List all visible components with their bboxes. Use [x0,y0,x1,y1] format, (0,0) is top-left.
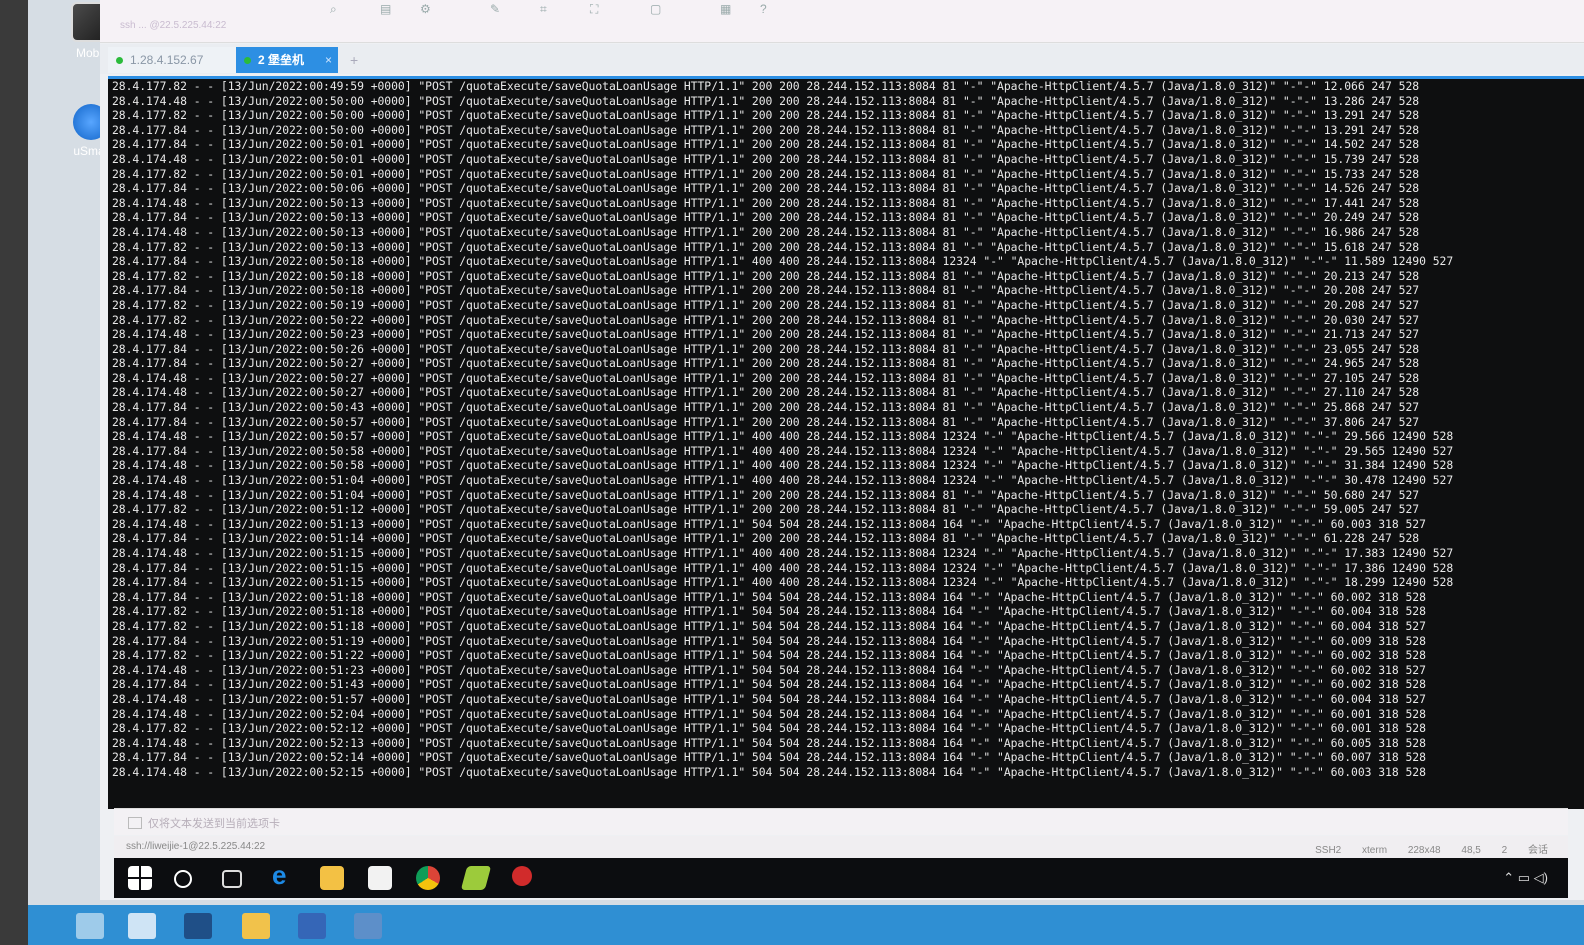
log-line: 28.4.177.84 - - [13/Jun/2022:00:52:14 +0… [112,750,1426,765]
status-sessions: 2 会话 [1501,845,1548,856]
edge-browser-icon[interactable]: e [272,860,296,890]
log-line: 28.4.177.82 - - [13/Jun/2022:00:50:01 +0… [112,166,1420,181]
toolbar: ⌕ ▤ ⚙ ✎ ⌗ ⛶ ▢ ▦ ? ssh ... @22.5.225.44:2… [100,0,1584,43]
log-line: 28.4.177.84 - - [13/Jun/2022:00:51:14 +0… [112,531,1420,546]
log-line: 28.4.177.82 - - [13/Jun/2022:00:50:22 +0… [112,312,1420,327]
log-line: 28.4.177.82 - - [13/Jun/2022:00:50:18 +0… [112,268,1420,283]
log-line: 28.4.177.84 - - [13/Jun/2022:00:50:58 +0… [112,443,1454,458]
remote-desktop-icon[interactable] [298,913,326,939]
log-line: 28.4.174.48 - - [13/Jun/2022:00:50:27 +0… [112,385,1420,400]
status-protocol: SSH2 [1315,845,1342,856]
terminal-output[interactable]: 28.4.177.82 - - [13/Jun/2022:00:49:59 +0… [108,76,1584,809]
toolbar-layout-icon[interactable]: ▦ [720,2,736,16]
log-line: 28.4.174.48 - - [13/Jun/2022:00:50:58 +0… [112,458,1454,473]
app-window-icon[interactable] [354,913,382,939]
status-bar: ssh://liweijie-1@22.5.225.44:22 SSH2 xte… [114,836,1568,858]
log-line: 28.4.174.48 - - [13/Jun/2022:00:51:04 +0… [112,487,1420,502]
app-red-icon[interactable] [512,866,532,886]
task-view-icon[interactable] [222,870,242,888]
toolbar-copy-icon[interactable]: ▤ [380,2,396,16]
log-line: 28.4.177.82 - - [13/Jun/2022:00:51:18 +0… [112,604,1426,619]
log-line: 28.4.174.48 - - [13/Jun/2022:00:52:13 +0… [112,735,1426,750]
log-line: 28.4.177.84 - - [13/Jun/2022:00:51:19 +0… [112,633,1426,648]
log-line: 28.4.177.84 - - [13/Jun/2022:00:51:15 +0… [112,575,1454,590]
log-line: 28.4.174.48 - - [13/Jun/2022:00:51:57 +0… [112,691,1426,706]
log-line: 28.4.177.84 - - [13/Jun/2022:00:51:15 +0… [112,560,1454,575]
log-line: 28.4.177.84 - - [13/Jun/2022:00:50:18 +0… [112,254,1454,269]
log-line: 28.4.174.48 - - [13/Jun/2022:00:51:15 +0… [112,546,1454,560]
status-terminal-type: xterm [1362,845,1388,856]
log-line: 28.4.177.84 - - [13/Jun/2022:00:50:26 +0… [112,341,1420,356]
toolbar-tools-icon[interactable]: ✎ [490,2,506,16]
status-size: 228x48 [1407,845,1441,856]
log-line: 28.4.177.84 - - [13/Jun/2022:00:51:18 +0… [112,589,1426,604]
app-green-icon[interactable] [460,866,492,890]
log-line: 28.4.177.82 - - [13/Jun/2022:00:50:19 +0… [112,297,1420,312]
log-line: 28.4.177.84 - - [13/Jun/2022:00:50:18 +0… [112,283,1420,298]
file-explorer-icon[interactable] [320,866,344,890]
address-text: ssh ... @22.5.225.44:22 [120,20,227,31]
log-line: 28.4.177.84 - - [13/Jun/2022:00:50:27 +0… [112,356,1420,371]
close-icon[interactable]: × [325,47,332,73]
log-line: 28.4.174.48 - - [13/Jun/2022:00:50:13 +0… [112,224,1420,239]
log-line: 28.4.177.84 - - [13/Jun/2022:00:50:43 +0… [112,400,1420,415]
multi-exec-input[interactable]: 仅将文本发送到当前选项卡 [114,808,1568,835]
toolbar-search-icon[interactable]: ⌕ [330,2,346,16]
log-line: 28.4.174.48 - - [13/Jun/2022:00:50:23 +0… [112,327,1420,342]
log-line: 28.4.174.48 - - [13/Jun/2022:00:52:04 +0… [112,706,1426,721]
log-line: 28.4.174.48 - - [13/Jun/2022:00:51:23 +0… [112,662,1426,677]
monitor-bezel [0,0,28,945]
log-line: 28.4.177.84 - - [13/Jun/2022:00:50:57 +0… [112,414,1420,429]
add-tab-button[interactable]: + [350,52,358,68]
log-line: 28.4.177.82 - - [13/Jun/2022:00:51:12 +0… [112,502,1420,517]
status-dot-icon [116,57,123,64]
log-line: 28.4.174.48 - - [13/Jun/2022:00:52:15 +0… [112,764,1426,779]
tab-session-1[interactable]: 1.28.4.152.67 [108,47,250,73]
log-line: 28.4.177.84 - - [13/Jun/2022:00:50:00 +0… [112,122,1420,137]
status-cursor: 48,5 [1461,845,1481,856]
connection-string: ssh://liweijie-1@22.5.225.44:22 [126,841,266,852]
log-line: 28.4.174.48 - - [13/Jun/2022:00:51:04 +0… [112,473,1454,488]
toolbar-help-icon[interactable]: ? [760,2,776,16]
log-line: 28.4.174.48 - - [13/Jun/2022:00:50:13 +0… [112,195,1420,210]
log-line: 28.4.177.84 - - [13/Jun/2022:00:51:43 +0… [112,677,1426,692]
log-line: 28.4.177.82 - - [13/Jun/2022:00:52:12 +0… [112,721,1426,736]
windows-start-icon[interactable] [76,913,104,939]
log-line: 28.4.177.84 - - [13/Jun/2022:00:50:01 +0… [112,137,1420,152]
log-line: 28.4.177.82 - - [13/Jun/2022:00:51:22 +0… [112,648,1426,663]
keyboard-icon [128,817,142,829]
log-line: 28.4.174.48 - - [13/Jun/2022:00:50:00 +0… [112,93,1420,108]
windows-start-icon[interactable] [128,866,152,890]
tab-label: 1.28.4.152.67 [130,53,204,67]
toolbar-folder-icon[interactable]: ▢ [650,2,666,16]
mail-icon[interactable] [368,866,392,890]
tab-label: 2 堡垒机 [258,53,305,67]
log-line: 28.4.177.82 - - [13/Jun/2022:00:51:18 +0… [112,618,1426,633]
log-line: 28.4.177.84 - - [13/Jun/2022:00:50:06 +0… [112,181,1420,196]
input-placeholder: 仅将文本发送到当前选项卡 [148,818,280,830]
log-line: 28.4.174.48 - - [13/Jun/2022:00:51:13 +0… [112,516,1426,531]
status-dot-icon [244,57,251,64]
log-line: 28.4.177.82 - - [13/Jun/2022:00:49:59 +0… [112,79,1420,93]
chrome-icon[interactable] [416,866,440,890]
tab-bar: 1.28.4.152.67 2 堡垒机 × + [100,44,1584,74]
remote-taskbar: e ⌃ ▭ ◁) [114,858,1568,898]
status-right: SSH2 xterm 228x48 48,5 2 会话 [1315,841,1548,856]
tab-session-2[interactable]: 2 堡垒机 × [236,47,338,73]
toolbar-split-icon[interactable]: ⌗ [540,2,556,16]
log-line: 28.4.177.82 - - [13/Jun/2022:00:50:13 +0… [112,239,1420,254]
log-line: 28.4.177.84 - - [13/Jun/2022:00:50:13 +0… [112,210,1420,225]
log-line: 28.4.174.48 - - [13/Jun/2022:00:50:27 +0… [112,370,1420,385]
log-line: 28.4.174.48 - - [13/Jun/2022:00:50:57 +0… [112,429,1454,444]
toolbar-fullscreen-icon[interactable]: ⛶ [590,2,606,16]
file-explorer-icon[interactable] [242,913,270,939]
log-line: 28.4.177.82 - - [13/Jun/2022:00:50:00 +0… [112,108,1420,123]
search-icon[interactable] [174,870,192,888]
local-taskbar [28,905,1584,945]
powershell-icon[interactable] [184,913,212,939]
log-line: 28.4.174.48 - - [13/Jun/2022:00:50:01 +0… [112,151,1420,166]
toolbar-settings-icon[interactable]: ⚙ [420,2,436,16]
system-tray-icon[interactable]: ⌃ ▭ ◁) [1503,870,1548,886]
server-manager-icon[interactable] [128,913,156,939]
